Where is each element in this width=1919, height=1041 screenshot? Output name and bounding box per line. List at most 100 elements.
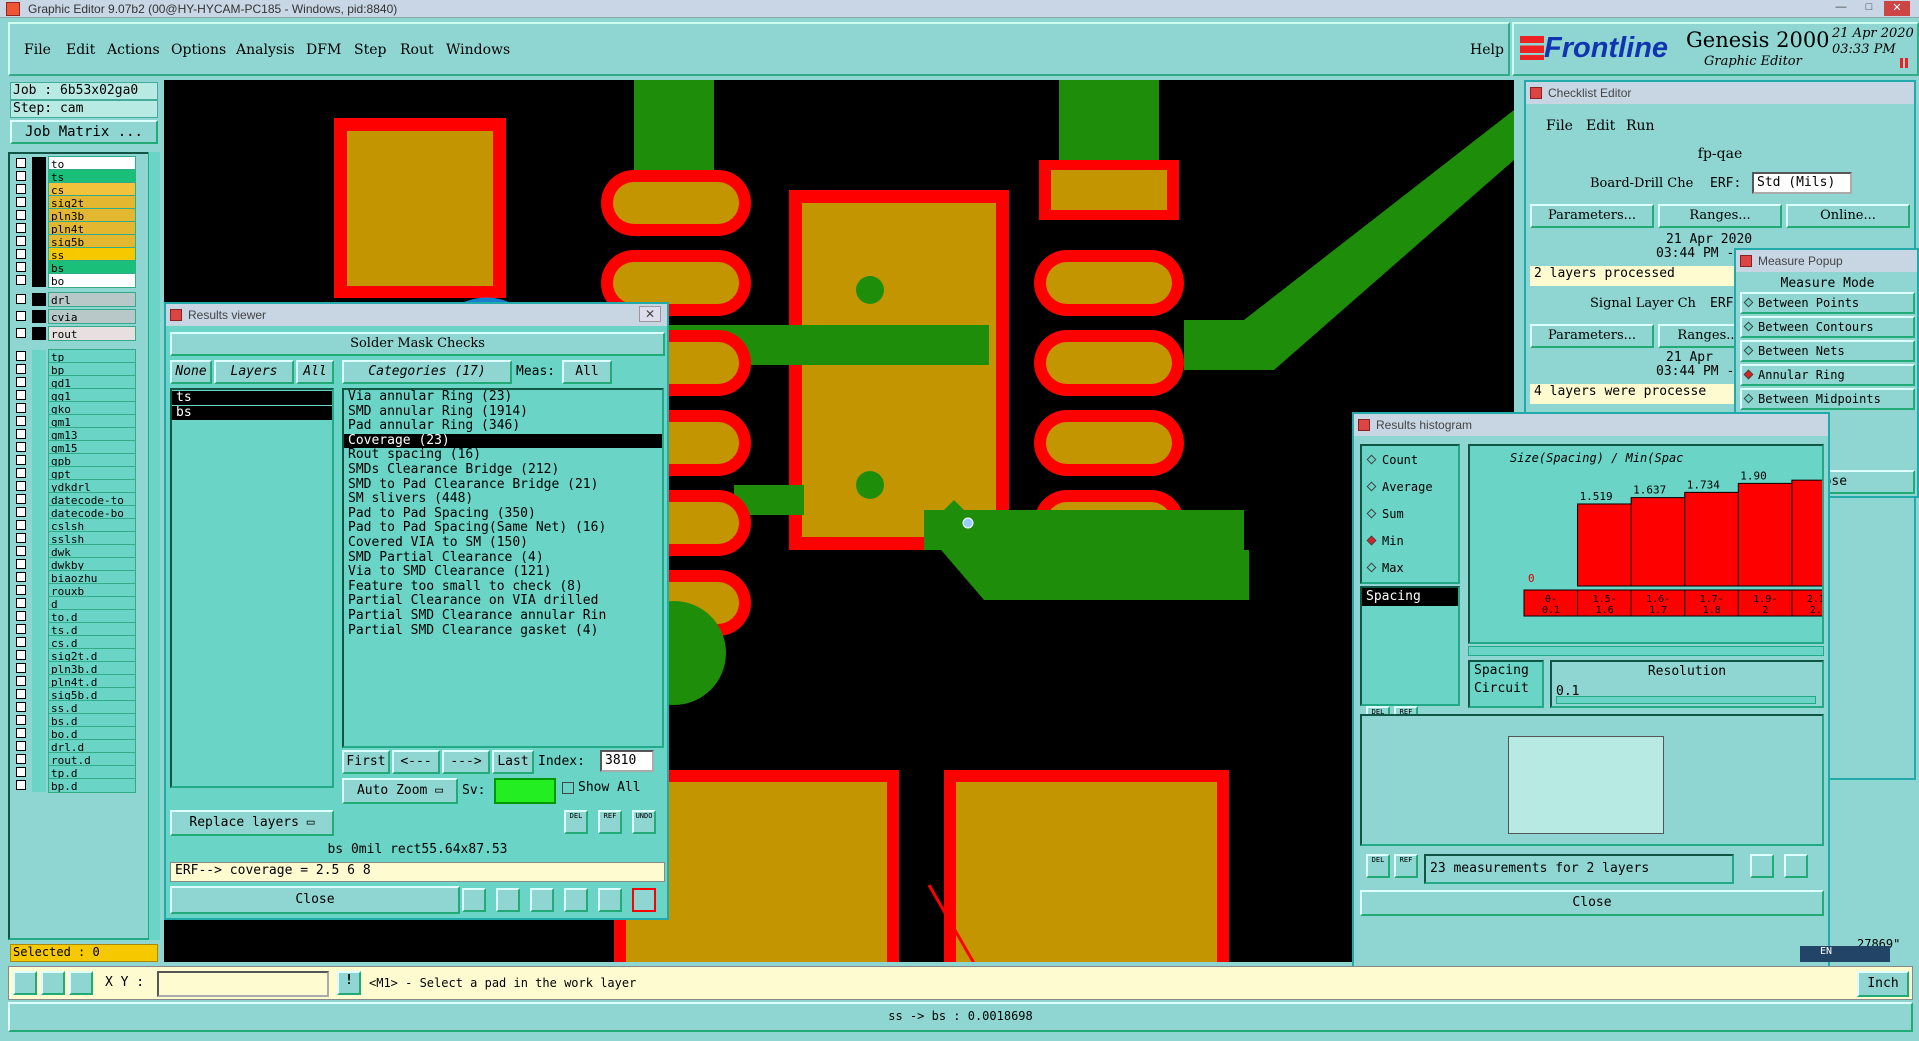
chart-icon[interactable] (1784, 854, 1808, 878)
histogram-bar[interactable] (1684, 491, 1740, 587)
preview-del-button[interactable]: DEL (1366, 854, 1390, 878)
category-list[interactable]: Spacing Circuit (1468, 660, 1544, 708)
layer-checkbox[interactable] (16, 481, 26, 491)
checklist-menu-edit[interactable]: Edit (1586, 118, 1615, 134)
category-item[interactable]: Pad to Pad Spacing (350) (344, 506, 662, 522)
layer-checkbox[interactable] (16, 533, 26, 543)
category-item[interactable]: Partial Clearance on VIA drilled (344, 594, 662, 609)
menu-rout[interactable]: Rout (400, 42, 434, 58)
layer-checkbox[interactable] (16, 442, 26, 452)
layer-checkbox[interactable] (16, 416, 26, 426)
layers-button[interactable]: Layers (214, 360, 294, 384)
layer-checkbox[interactable] (16, 780, 26, 790)
toolbar-icon-2[interactable] (496, 888, 520, 912)
layer-checkbox[interactable] (16, 158, 26, 168)
histogram-option[interactable]: Count (1366, 450, 1418, 470)
toolbar-icon-3[interactable] (530, 888, 554, 912)
layer-color-swatch[interactable] (32, 274, 46, 287)
layer-row[interactable]: bo (10, 273, 138, 288)
minimize-button[interactable]: — (1828, 1, 1854, 16)
category-item[interactable]: Pad annular Ring (346) (344, 419, 662, 434)
menu-options[interactable]: Options (171, 42, 226, 58)
resolution-slider[interactable] (1556, 696, 1816, 704)
layer-checkbox[interactable] (16, 637, 26, 647)
layer-checkbox[interactable] (16, 262, 26, 272)
histogram-bar[interactable] (1791, 479, 1847, 587)
layer-checkbox[interactable] (16, 429, 26, 439)
last-button[interactable]: Last (492, 750, 534, 774)
category-item[interactable]: Partial SMD Clearance gasket (4) (344, 623, 662, 639)
layer-checkbox[interactable] (16, 236, 26, 246)
check1-ranges-button[interactable]: Ranges... (1658, 204, 1782, 228)
units-select[interactable]: Inch (1857, 971, 1909, 997)
layer-checkbox[interactable] (16, 494, 26, 504)
sv-color-select[interactable] (494, 778, 556, 804)
histogram-option[interactable]: Sum (1366, 504, 1404, 524)
category-item[interactable]: Feature too small to check (8) (344, 579, 662, 595)
menu-actions[interactable]: Actions (107, 42, 160, 58)
grid-icon[interactable] (69, 971, 93, 995)
layer-checkbox[interactable] (16, 390, 26, 400)
measure-option[interactable]: Between Points (1740, 292, 1915, 314)
replace-layers-button[interactable]: Replace layers ▭ (170, 810, 334, 836)
layer-checkbox[interactable] (16, 624, 26, 634)
layer-results-list[interactable]: ts bs (170, 388, 334, 788)
check1-erf-value[interactable]: Std (Mils) (1752, 172, 1852, 194)
histogram-close-button[interactable]: Close (1360, 890, 1824, 916)
category-item[interactable]: Pad to Pad Spacing(Same Net) (16) (344, 521, 662, 536)
maximize-button[interactable]: □ (1856, 1, 1882, 16)
category-item[interactable]: Covered VIA to SM (150) (344, 535, 662, 551)
layer-checkbox[interactable] (16, 171, 26, 181)
category-item[interactable]: Partial SMD Clearance annular Rin (344, 608, 662, 624)
layer-name[interactable]: bp.d (48, 778, 136, 793)
checklist-menu-run[interactable]: Run (1626, 118, 1655, 134)
layer-checkbox[interactable] (16, 210, 26, 220)
layer-checkbox[interactable] (16, 328, 26, 338)
layer-checkbox[interactable] (16, 715, 26, 725)
measure-option[interactable]: Between Midpoints (1740, 388, 1915, 410)
ref-button[interactable]: REF (598, 810, 622, 834)
undo-button[interactable]: UNDO (632, 810, 656, 834)
categories-button[interactable]: Categories (17) (342, 360, 512, 384)
layer-color-swatch[interactable] (32, 310, 46, 323)
check1-row[interactable]: Board-Drill Che ERF: Std (Mils) (1530, 170, 1910, 200)
layer-checkbox[interactable] (16, 184, 26, 194)
layer-checkbox[interactable] (16, 754, 26, 764)
index-field[interactable]: 3810 (600, 750, 654, 772)
layer-checkbox[interactable] (16, 767, 26, 777)
menu-file[interactable]: File (24, 42, 51, 58)
histogram-option[interactable]: Min (1366, 531, 1404, 551)
histogram-bar[interactable] (1737, 482, 1793, 587)
first-button[interactable]: First (342, 750, 390, 774)
layer-checkbox[interactable] (16, 294, 26, 304)
menu-step[interactable]: Step (354, 42, 386, 58)
layer-row[interactable]: rout (10, 326, 138, 341)
snap-icon[interactable] (13, 971, 37, 995)
toolbar-icon-5[interactable] (598, 888, 622, 912)
layer-list-scrollbar[interactable] (148, 152, 160, 940)
histogram-bar[interactable] (1630, 497, 1686, 587)
layer-checkbox[interactable] (16, 689, 26, 699)
layer-checkbox[interactable] (16, 364, 26, 374)
histogram-option[interactable]: Max (1366, 558, 1404, 578)
prev-button[interactable]: <--- (392, 750, 440, 774)
result-layer-item[interactable]: ts (172, 391, 332, 405)
measure-option[interactable]: Between Contours (1740, 316, 1915, 338)
measure-option[interactable]: Annular Ring (1740, 364, 1915, 386)
layer-checkbox[interactable] (16, 585, 26, 595)
next-button[interactable]: ---> (442, 750, 490, 774)
layer-color-swatch[interactable] (32, 327, 46, 340)
warning-icon[interactable]: ! (337, 971, 361, 995)
menu-edit[interactable]: Edit (66, 42, 95, 58)
layer-checkbox[interactable] (16, 728, 26, 738)
show-all-checkbox[interactable] (562, 782, 574, 794)
layer-row[interactable]: drl (10, 292, 138, 307)
category-item[interactable]: Rout spacing (16) (344, 448, 662, 463)
layer-name[interactable]: cvia (48, 309, 136, 324)
layer-checkbox[interactable] (16, 351, 26, 361)
layer-checkbox[interactable] (16, 223, 26, 233)
layer-row[interactable]: cvia (10, 309, 138, 324)
menu-analysis[interactable]: Analysis (236, 42, 295, 58)
category-item[interactable]: SMDs Clearance Bridge (212) (344, 462, 662, 478)
check1-online-button[interactable]: Online... (1786, 204, 1910, 228)
